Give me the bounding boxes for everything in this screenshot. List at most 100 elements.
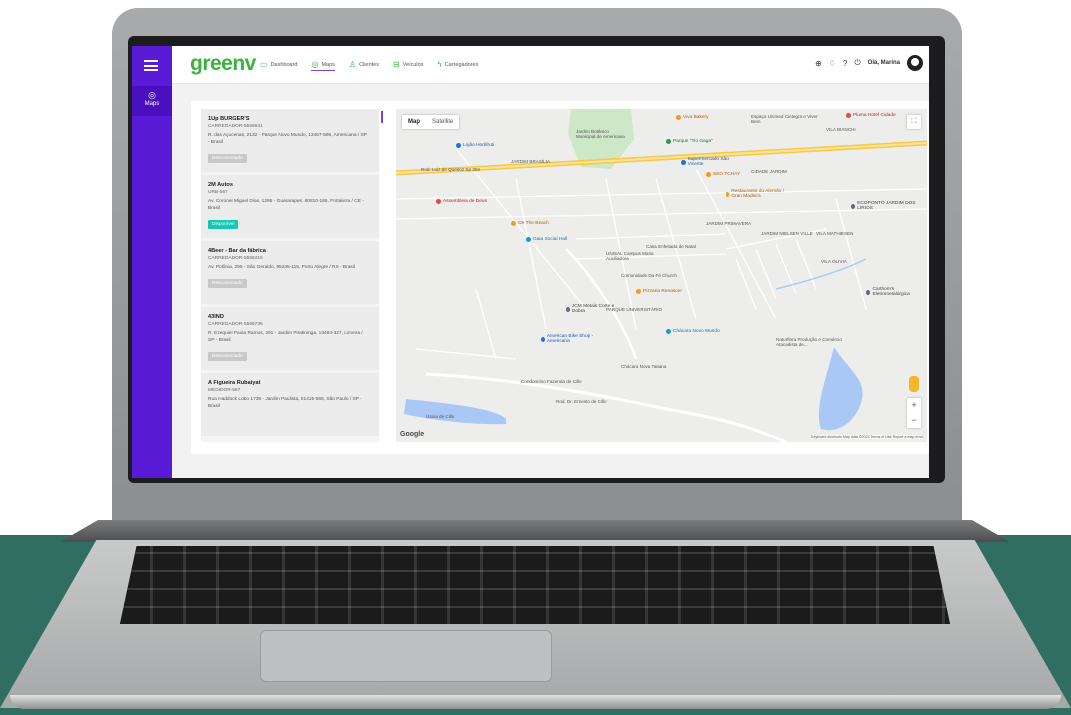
map-label: Comunidade Da Fé Church	[621, 273, 677, 278]
map-poi[interactable]: Viva Bakery	[676, 115, 709, 120]
power-icon[interactable]: ⏻	[854, 58, 860, 68]
map-label: Usina de Cillo	[426, 414, 455, 419]
map-marker-icon	[666, 139, 671, 144]
map-label: Casa Enfeitada de Natal	[646, 244, 696, 249]
keyboard	[120, 546, 950, 624]
nav-carregadores[interactable]: ϟ Carregadores	[437, 59, 478, 70]
zoom-out-button[interactable]: −	[907, 413, 921, 428]
map-poi[interactable]: American Bike Shop - Americana	[541, 334, 601, 344]
map-marker-icon	[456, 143, 461, 148]
map-label: VILA OLIVIA	[821, 259, 847, 264]
map-poi-label: American Bike Shop - Americana	[546, 334, 594, 344]
map-marker-icon	[436, 199, 441, 204]
top-bar: greenv ▭ Dashboard ◎ Maps ♙ Clientes ⊟ V…	[172, 46, 929, 84]
map-poi[interactable]: Chácara Novo Mundo	[666, 329, 720, 334]
map-poi[interactable]: Gaia Social Hall	[526, 237, 567, 242]
fullscreen-icon[interactable]: ⛶	[907, 115, 921, 129]
zoom-in-button[interactable]: +	[907, 398, 921, 413]
map-label: JARDIM NIELSEN VILLE	[761, 231, 813, 236]
list-item[interactable]: 43IND CARREGADOR-5556736 R. Ezequiel Pau…	[201, 307, 379, 370]
logo[interactable]: greenv	[190, 52, 256, 76]
main-nav: ▭ Dashboard ◎ Maps ♙ Clientes ⊟ Veículos…	[260, 59, 478, 71]
map-tab[interactable]: Map	[402, 115, 426, 129]
list-item[interactable]: 2M Autos URB-567 Av. Coronel Miguel Dias…	[201, 175, 379, 238]
bell-icon[interactable]: ♢	[829, 59, 836, 68]
map-label: JARDIM BRASÍLIA	[511, 159, 551, 164]
station-address: Av. Coronel Miguel Dias, 1295 - Guararap…	[208, 199, 364, 211]
map-poi[interactable]: On The Beach	[511, 221, 549, 226]
map-poi-label: Pizzaria Renascer	[643, 289, 682, 294]
map-poi-label: Viva Bakery	[683, 115, 709, 120]
satellite-tab[interactable]: Satellite	[426, 115, 459, 129]
map-type-toggle: Map Satellite	[402, 115, 460, 129]
map-poi-label: JCM Metais Corte e Dobra	[571, 304, 615, 314]
globe-icon[interactable]: ⊕	[815, 59, 822, 68]
map-poi[interactable]: Pluma Hotel Cidade	[846, 113, 896, 118]
nav-maps[interactable]: ◎ Maps	[311, 59, 335, 71]
map-poi-label: Parque "Tio Gaga"	[673, 139, 713, 144]
dashboard-icon: ▭	[260, 59, 268, 69]
map-marker-icon	[726, 191, 730, 197]
map-poi[interactable]: Parque "Tio Gaga"	[666, 139, 713, 144]
map-poi[interactable]: Supermercado São Vicente	[681, 157, 741, 167]
nav-dashboard[interactable]: ▭ Dashboard	[260, 59, 297, 70]
nav-label: Carregadores	[444, 61, 479, 68]
station-address: Rua Haddock Lobo 1738 - Jardim Paulista,…	[208, 397, 362, 409]
map-marker-icon	[526, 237, 531, 242]
user-greeting: Olá, Marina	[867, 60, 900, 66]
map-label: VILA BIANCHI	[826, 127, 856, 132]
user-icon: ♙	[348, 59, 357, 69]
street-view-pegman-icon[interactable]	[909, 376, 919, 392]
map-poi[interactable]: ECOPONTO JARDIM DOS LÍRIOS	[851, 201, 921, 211]
nav-veiculos[interactable]: ⊟ Veículos	[393, 59, 424, 70]
map-poi-label: Chácara Novo Mundo	[673, 329, 720, 334]
map-marker-icon	[851, 203, 856, 209]
google-logo: Google	[400, 431, 425, 438]
map-poi[interactable]: SEO TCHAY	[706, 172, 740, 177]
sidebar-item-label: Maps	[144, 101, 160, 107]
station-list[interactable]: 1Up BURGER'S CARREGADOR-5556631 R. das A…	[201, 109, 379, 442]
map-marker-icon	[541, 336, 545, 342]
map-view[interactable]: Rod. Luiz de Queiroz Sp 304 JARDIM BRASÍ…	[396, 109, 927, 442]
map-poi-label: Carthom's Eletrometalúrgica	[872, 287, 910, 297]
map-marker-icon	[866, 289, 871, 295]
status-badge: Desconectado	[208, 352, 247, 361]
map-label: CIDADE JARDIM	[751, 169, 787, 174]
map-label: Rod. Luiz de Queiroz Sp 304	[421, 167, 480, 172]
app-screen: ◎ Maps greenv ▭ Dashboard ◎ Maps ♙ Clien…	[132, 46, 929, 478]
station-name: 43IND	[208, 314, 224, 320]
map-marker-icon	[846, 113, 851, 118]
list-item[interactable]: 1Up BURGER'S CARREGADOR-5556631 R. das A…	[201, 109, 379, 172]
sidebar-item-maps[interactable]: ◎ Maps	[132, 86, 172, 116]
station-address: R. das Açucenas, 2132 - Parque Novo Mund…	[208, 133, 367, 145]
station-name: 4Beer - Bar da fábrica	[208, 248, 266, 254]
map-pin-icon: ◎	[311, 59, 319, 69]
help-icon[interactable]: ?	[843, 59, 847, 68]
station-code: CARREGADOR-5556415	[208, 256, 263, 261]
map-pin-icon: ◎	[148, 90, 156, 100]
station-address: Av. Polônia, 295 - São Geraldo, 95235-11…	[208, 265, 355, 270]
nav-label: Clientes	[359, 61, 379, 68]
map-poi[interactable]: Restaurante do Alemão / Gran Madeira	[726, 189, 786, 199]
list-item[interactable]: 4Beer - Bar da fábrica CARREGADOR-555641…	[201, 241, 379, 304]
map-label: Condomínio Fazenda de Cillo	[521, 379, 582, 384]
map-attribution[interactable]: Keyboard shortcuts Map data ©2023 Terms …	[810, 435, 923, 439]
map-poi[interactable]: Carthom's Eletrometalúrgica	[866, 287, 926, 297]
nav-clientes[interactable]: ♙ Clientes	[349, 59, 379, 70]
map-marker-icon	[511, 221, 516, 226]
map-poi[interactable]: JCM Metais Corte e Dobra	[566, 304, 616, 314]
map-poi-label: On The Beach	[518, 221, 549, 226]
map-label: Jardim Botânico Municipal de Americana	[576, 129, 625, 139]
map-marker-icon	[666, 329, 671, 334]
list-scrollbar[interactable]	[381, 111, 383, 123]
map-poi[interactable]: Lojão Hortifruti	[456, 143, 494, 148]
list-item[interactable]: A Figueira Rubaiyat MEDIDOR-557 Rua Hadd…	[201, 373, 379, 436]
map-poi[interactable]: Assembleia de Deus	[436, 199, 487, 204]
map-poi[interactable]: Pizzaria Renascer	[636, 289, 682, 294]
map-marker-icon	[566, 306, 570, 312]
map-poi-label: Restaurante do Alemão / Gran Madeira	[731, 189, 785, 199]
map-label: JARDIM PRIMAVERA	[706, 221, 752, 226]
avatar[interactable]	[907, 55, 923, 71]
content-card: 1Up BURGER'S CARREGADOR-5556631 R. das A…	[191, 101, 929, 454]
hamburger-menu-icon[interactable]	[144, 60, 158, 71]
